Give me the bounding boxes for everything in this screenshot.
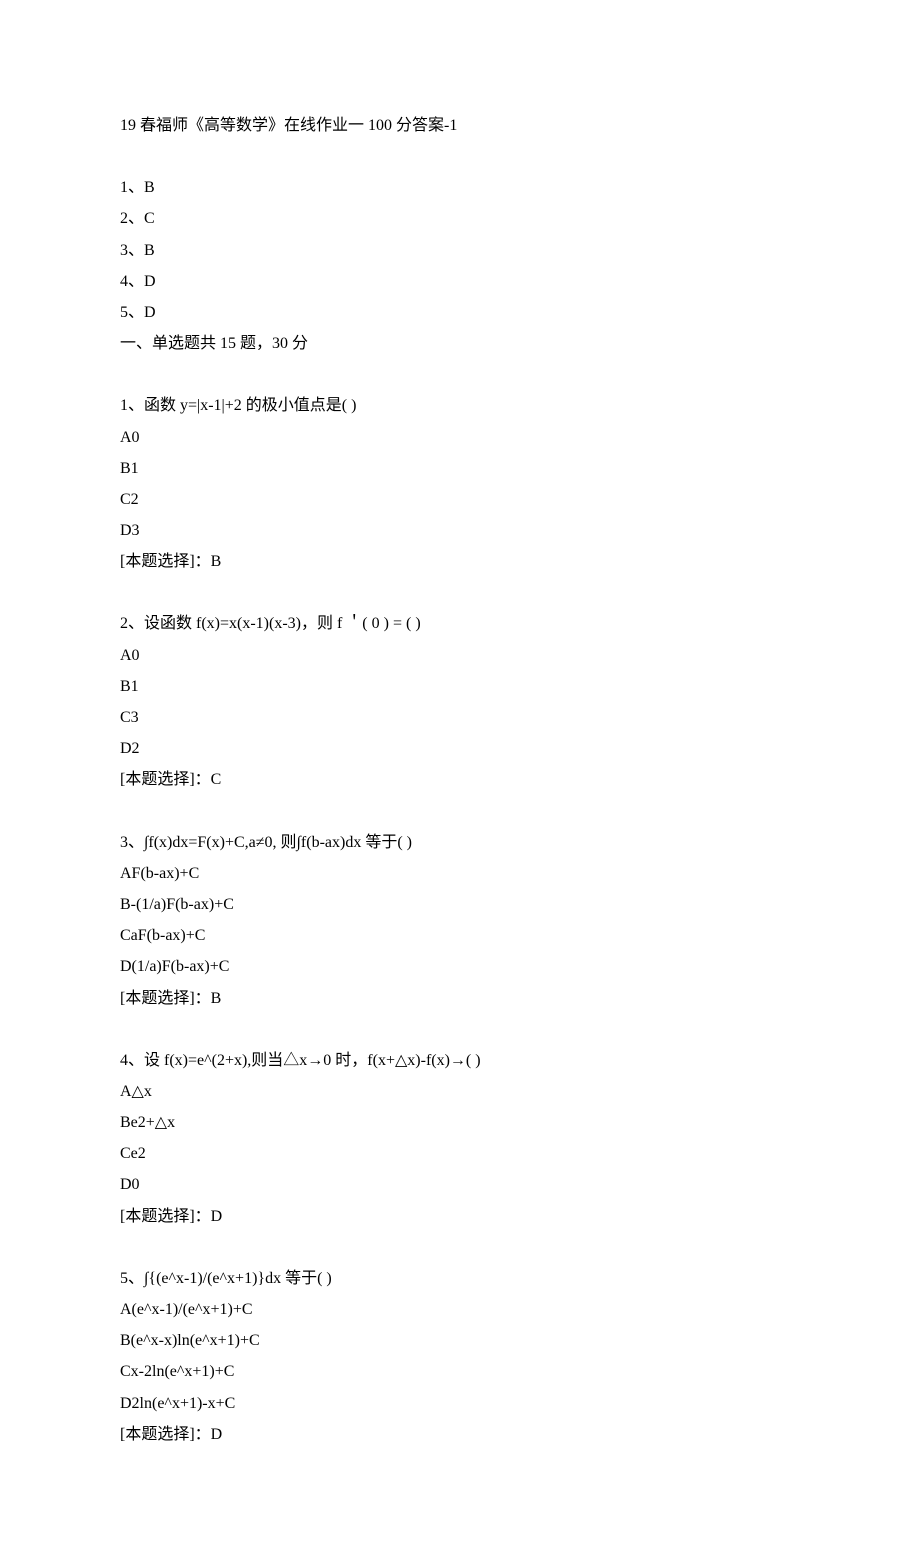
question-prompt: 3、∫f(x)dx=F(x)+C,a≠0, 则∫f(b-ax)dx 等于( ) — [120, 827, 800, 858]
question-option: AF(b-ax)+C — [120, 858, 800, 889]
question-option: A0 — [120, 422, 800, 453]
question-prompt: 2、设函数 f(x)=x(x-1)(x-3)，则 f ＇( 0 ) = ( ) — [120, 608, 800, 639]
question-answer: [本题选择]：B — [120, 983, 800, 1014]
question-option: D2 — [120, 733, 800, 764]
question-prompt: 4、设 f(x)=e^(2+x),则当△x→0 时，f(x+△x)-f(x)→(… — [120, 1045, 800, 1076]
question-block: 1、函数 y=|x-1|+2 的极小值点是( ) A0 B1 C2 D3 [本题… — [120, 390, 800, 577]
question-option: Cx-2ln(e^x+1)+C — [120, 1356, 800, 1387]
question-option: A(e^x-1)/(e^x+1)+C — [120, 1294, 800, 1325]
answer-key-item: 2、C — [120, 203, 800, 234]
question-option: D2ln(e^x+1)-x+C — [120, 1388, 800, 1419]
question-option: D0 — [120, 1169, 800, 1200]
question-option: B(e^x-x)ln(e^x+1)+C — [120, 1325, 800, 1356]
section-header: 一、单选题共 15 题，30 分 — [120, 328, 800, 359]
question-block: 5、∫{(e^x-1)/(e^x+1)}dx 等于( ) A(e^x-1)/(e… — [120, 1263, 800, 1450]
question-block: 2、设函数 f(x)=x(x-1)(x-3)，则 f ＇( 0 ) = ( ) … — [120, 608, 800, 795]
question-block: 3、∫f(x)dx=F(x)+C,a≠0, 则∫f(b-ax)dx 等于( ) … — [120, 827, 800, 1014]
question-option: D(1/a)F(b-ax)+C — [120, 951, 800, 982]
question-option: B1 — [120, 453, 800, 484]
question-option: Ce2 — [120, 1138, 800, 1169]
question-prompt: 5、∫{(e^x-1)/(e^x+1)}dx 等于( ) — [120, 1263, 800, 1294]
question-answer: [本题选择]：C — [120, 764, 800, 795]
question-option: A△x — [120, 1076, 800, 1107]
question-option: CaF(b-ax)+C — [120, 920, 800, 951]
document-title: 19 春福师《高等数学》在线作业一 100 分答案-1 — [120, 110, 800, 141]
answer-key-item: 1、B — [120, 172, 800, 203]
question-option: C2 — [120, 484, 800, 515]
question-option: B1 — [120, 671, 800, 702]
question-answer: [本题选择]：D — [120, 1419, 800, 1450]
question-option: A0 — [120, 640, 800, 671]
question-prompt: 1、函数 y=|x-1|+2 的极小值点是( ) — [120, 390, 800, 421]
question-answer: [本题选择]：B — [120, 546, 800, 577]
question-option: B-(1/a)F(b-ax)+C — [120, 889, 800, 920]
question-answer: [本题选择]：D — [120, 1201, 800, 1232]
answer-key-block: 1、B 2、C 3、B 4、D 5、D — [120, 172, 800, 328]
question-option: C3 — [120, 702, 800, 733]
answer-key-item: 4、D — [120, 266, 800, 297]
answer-key-item: 3、B — [120, 235, 800, 266]
question-option: Be2+△x — [120, 1107, 800, 1138]
answer-key-item: 5、D — [120, 297, 800, 328]
question-option: D3 — [120, 515, 800, 546]
question-block: 4、设 f(x)=e^(2+x),则当△x→0 时，f(x+△x)-f(x)→(… — [120, 1045, 800, 1232]
